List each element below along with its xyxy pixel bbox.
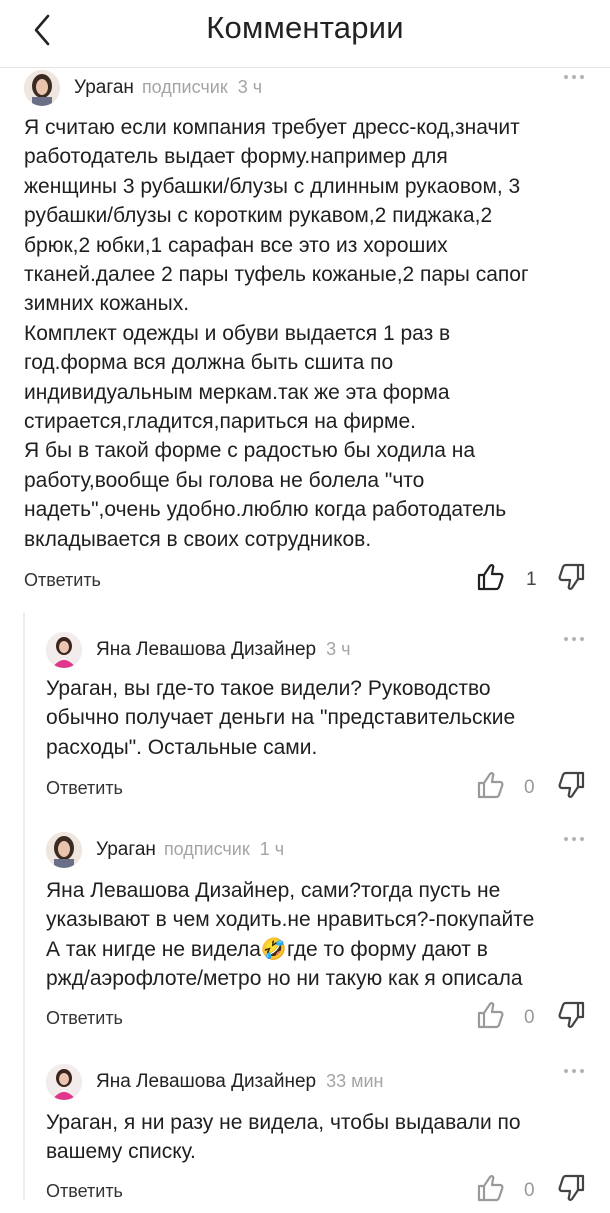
like-count: 0 (524, 777, 535, 799)
subscriber-badge: подписчик (141, 77, 228, 97)
thumbs-up-icon (477, 1174, 504, 1201)
comment-text: Ураган, я ни разу не видела, чтобы выдав… (46, 1111, 521, 1164)
avatar[interactable] (46, 832, 82, 868)
page-title: Комментарии (206, 10, 404, 45)
avatar[interactable] (46, 632, 82, 668)
reply-button[interactable]: Ответить (46, 778, 123, 799)
more-button[interactable] (560, 1064, 588, 1078)
comment-time: 3 ч (326, 639, 351, 659)
reply-comment: Яна Левашова Дизайнер 3 ч Ураган, вы где-… (46, 632, 588, 810)
more-button[interactable] (560, 70, 588, 84)
author-name[interactable]: Ураган (96, 839, 156, 860)
subscriber-badge: подписчик (163, 839, 250, 859)
thumbs-down-icon (558, 772, 585, 799)
dislike-button[interactable] (556, 770, 586, 800)
dislike-button[interactable] (556, 562, 586, 592)
reply-comment: Ураган подписчик 1 ч Яна Левашова Дизайнер… (46, 832, 588, 1040)
like-button[interactable] (476, 562, 506, 592)
more-dots-icon (564, 637, 584, 641)
comment-time: 1 ч (259, 839, 285, 859)
author-name[interactable]: Ураган (74, 77, 134, 98)
comment-text: Яна Левашова Дизайнер, сами?тогда пусть … (46, 879, 535, 991)
like-button[interactable] (476, 1173, 506, 1203)
thread-line (23, 613, 25, 1200)
thumbs-down-icon (558, 563, 585, 591)
dislike-button[interactable] (556, 1173, 586, 1203)
avatar[interactable] (46, 1064, 82, 1100)
comment-author[interactable]: Яна Левашова Дизайнер 33 мин (96, 1071, 383, 1093)
author-name[interactable]: Яна Левашова Дизайнер (96, 1071, 316, 1092)
dislike-button[interactable] (556, 1000, 586, 1030)
more-button[interactable] (560, 832, 588, 846)
like-count: 0 (524, 1179, 535, 1201)
reply-button[interactable]: Ответить (46, 1181, 123, 1202)
like-button[interactable] (476, 770, 506, 800)
like-count: 1 (526, 569, 537, 591)
top-bar: Комментарии (0, 0, 610, 66)
reply-button[interactable]: Ответить (24, 570, 101, 591)
comment-author[interactable]: Ураган подписчик 1 ч (96, 839, 284, 861)
comment-time: 3 ч (237, 77, 263, 97)
author-name[interactable]: Яна Левашова Дизайнер (96, 639, 316, 660)
thumbs-up-icon (477, 1001, 504, 1028)
more-dots-icon (564, 75, 584, 79)
like-button[interactable] (476, 1000, 506, 1030)
comment-time: 33 мин (326, 1071, 384, 1091)
more-dots-icon (564, 837, 584, 841)
header-divider (0, 67, 610, 68)
thumbs-down-icon (558, 1001, 585, 1028)
thumbs-down-icon (558, 1174, 585, 1201)
thumbs-up-icon (477, 564, 504, 591)
reply-button[interactable]: Ответить (46, 1008, 123, 1029)
reply-comment: Яна Левашова Дизайнер 33 мин Ураган, я ни… (46, 1064, 588, 1213)
like-count: 0 (524, 1006, 535, 1028)
avatar[interactable] (24, 70, 60, 106)
thumbs-up-icon (477, 772, 504, 799)
more-button[interactable] (560, 632, 588, 646)
comment-text: Я считаю если компания требует дресс-код… (24, 116, 529, 551)
comment-author[interactable]: Ураган подписчик 3 ч (74, 77, 262, 99)
comment-text: Ураган, вы где-то такое видели? Руководс… (46, 677, 516, 759)
comment-author[interactable]: Яна Левашова Дизайнер 3 ч (96, 639, 350, 661)
comment: Ураган подписчик 3 ч Я считаю если компани… (24, 70, 588, 602)
more-dots-icon (564, 1069, 584, 1073)
